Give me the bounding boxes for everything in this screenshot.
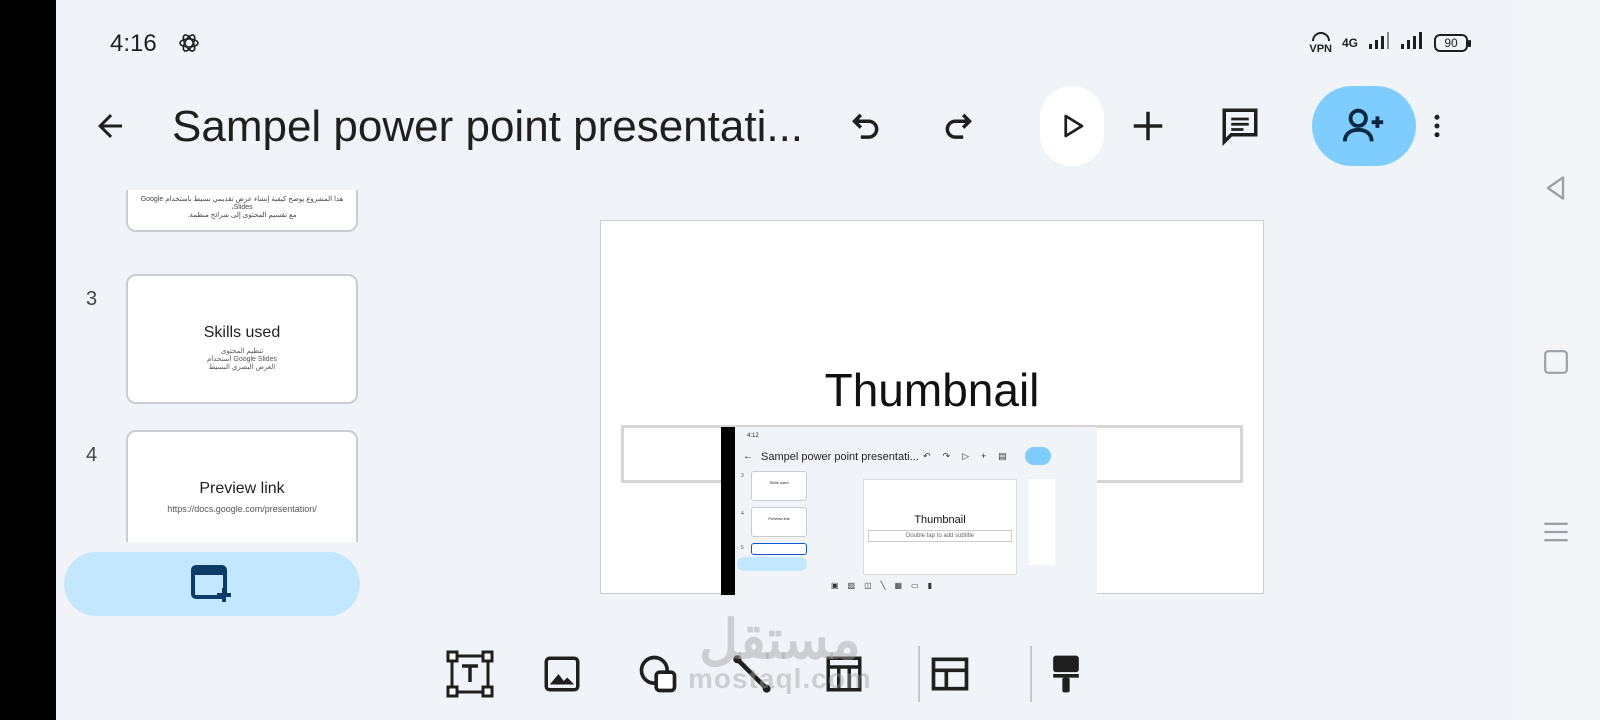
arrow-left-icon	[98, 114, 122, 138]
nav-recents-button[interactable]	[1540, 516, 1572, 548]
embedded-thumb-5	[751, 543, 807, 555]
embedded-comment-icon: ▤	[998, 451, 1007, 461]
embedded-num-3: 3	[741, 473, 744, 479]
comment-button[interactable]	[1202, 88, 1278, 164]
redo-button[interactable]	[922, 88, 998, 164]
layout-button[interactable]	[924, 648, 976, 700]
embedded-redo-icon: ↷	[942, 451, 951, 461]
format-paint-button[interactable]	[1040, 648, 1092, 700]
embedded-app: 4:12 ← Sampel power point presentati... …	[735, 427, 1097, 595]
embedded-back-icon: ←	[743, 451, 753, 462]
signal-icon-2	[1400, 30, 1424, 55]
back-button[interactable]	[90, 106, 130, 146]
document-title[interactable]: Sampel power point presentati...	[172, 102, 802, 152]
embedded-thumb-4: Preview link	[751, 507, 807, 537]
status-time: 4:16	[110, 30, 157, 57]
embedded-time: 4:12	[747, 433, 759, 439]
menu-lines-icon	[1544, 522, 1568, 542]
more-options-button[interactable]	[1402, 88, 1472, 164]
play-icon	[1064, 114, 1084, 138]
embedded-play-icon: ▷	[962, 451, 970, 461]
embedded-undo-icon: ↶	[923, 451, 931, 461]
slide-thumbnail-2[interactable]: هذا المشروع يوضح كيفية إنشاء عرض تقديمي …	[126, 190, 358, 232]
square-home-icon	[1544, 350, 1568, 374]
slide-2-text-line1: هذا المشروع يوضح كيفية إنشاء عرض تقديمي …	[140, 196, 344, 211]
insert-image-button[interactable]	[536, 648, 588, 700]
slide-filmstrip[interactable]: هذا المشروع يوضح كيفية إنشاء عرض تقديمي …	[56, 190, 396, 542]
embedded-share-icon	[1025, 447, 1051, 465]
slide-4-link: https://docs.google.com/presentation/	[167, 504, 317, 514]
slide-thumbnail-3[interactable]: Skills used تنظيم المحتوى استخدام Google…	[126, 274, 358, 404]
slide-3-line2: استخدام Google Slides	[207, 356, 277, 363]
add-slide-icon	[191, 565, 231, 602]
slides-app: 4:16 VPN 4G 90 Sampel power point presen…	[56, 0, 1512, 720]
nav-back-button[interactable]	[1540, 172, 1572, 204]
battery-indicator: 90	[1434, 33, 1471, 52]
slide-4-title: Preview link	[199, 480, 285, 497]
embedded-title: Sampel power point presentati...	[761, 451, 919, 463]
toolbar-divider	[918, 646, 920, 702]
paint-roller-icon	[1053, 655, 1079, 693]
left-black-bar	[0, 0, 56, 720]
slide-number-3: 3	[86, 288, 98, 310]
vpn-icon: VPN	[1309, 31, 1332, 54]
image-icon	[544, 656, 580, 692]
slide-3-line1: تنظيم المحتوى	[220, 348, 264, 355]
atom-icon	[178, 32, 200, 54]
embedded-num-5: 5	[741, 545, 744, 551]
layout-icon	[931, 657, 969, 691]
embedded-canvas: Thumbnail Double tap to add subtitle	[863, 479, 1017, 575]
embedded-canvas-subtitle: Double tap to add subtitle	[868, 530, 1012, 542]
insert-button[interactable]	[1110, 88, 1186, 164]
android-nav-bar	[1512, 0, 1600, 720]
slide-2-text-line2: مع تقسيم المحتوى إلى شرائح منظمة.	[187, 212, 297, 219]
status-indicators: VPN 4G 90	[1309, 30, 1471, 55]
slide-3-line3: العرض البصري البسيط	[208, 364, 276, 371]
embedded-bottom-toolbar: ▣▨◫╲▦▭▮	[831, 581, 942, 590]
toolbar-divider	[1030, 646, 1032, 702]
new-slide-button[interactable]	[64, 552, 360, 616]
present-button[interactable]	[1040, 86, 1104, 166]
redo-icon	[945, 113, 972, 139]
slide-title-text[interactable]: Thumbnail	[601, 363, 1263, 417]
embedded-canvas-title: Thumbnail	[914, 514, 966, 526]
plus-icon	[1133, 111, 1163, 141]
nav-home-button[interactable]	[1540, 346, 1572, 378]
watermark-arabic: مستقل	[699, 610, 861, 670]
text-box-icon	[446, 650, 494, 698]
slide-canvas[interactable]: Thumbnail 4:12 ← Sampel power point pres…	[600, 220, 1264, 595]
embedded-plus-icon: +	[981, 451, 987, 461]
embedded-thumb-3: Skills used	[751, 471, 807, 501]
slide-thumbnail-4[interactable]: Preview link https://docs.google.com/pre…	[126, 430, 358, 542]
undo-icon	[852, 113, 879, 139]
slide-number-4: 4	[86, 444, 98, 466]
shapes-icon	[639, 655, 677, 693]
embedded-new-slide-icon	[737, 557, 807, 571]
embedded-toolbar-icons: ↶ ↷ ▷ + ▤	[923, 451, 1007, 462]
embedded-canvas-edge	[1029, 479, 1055, 565]
slide-3-title: Skills used	[203, 324, 281, 341]
watermark-logo: مستقل mostaql.com	[688, 613, 872, 694]
undo-button[interactable]	[826, 88, 902, 164]
embedded-num-4: 4	[741, 511, 744, 517]
more-vert-icon	[1434, 114, 1440, 138]
signal-icon	[1368, 30, 1390, 55]
network-type: 4G	[1341, 35, 1358, 50]
watermark-latin: mostaql.com	[688, 663, 872, 694]
comment-icon	[1222, 108, 1258, 146]
insert-shape-button[interactable]	[632, 648, 684, 700]
share-button[interactable]	[1312, 86, 1416, 166]
text-box-button[interactable]	[444, 648, 496, 700]
person-add-icon	[1342, 108, 1384, 142]
embedded-screenshot-image[interactable]: 4:12 ← Sampel power point presentati... …	[721, 427, 1097, 595]
triangle-back-icon	[1546, 176, 1565, 200]
